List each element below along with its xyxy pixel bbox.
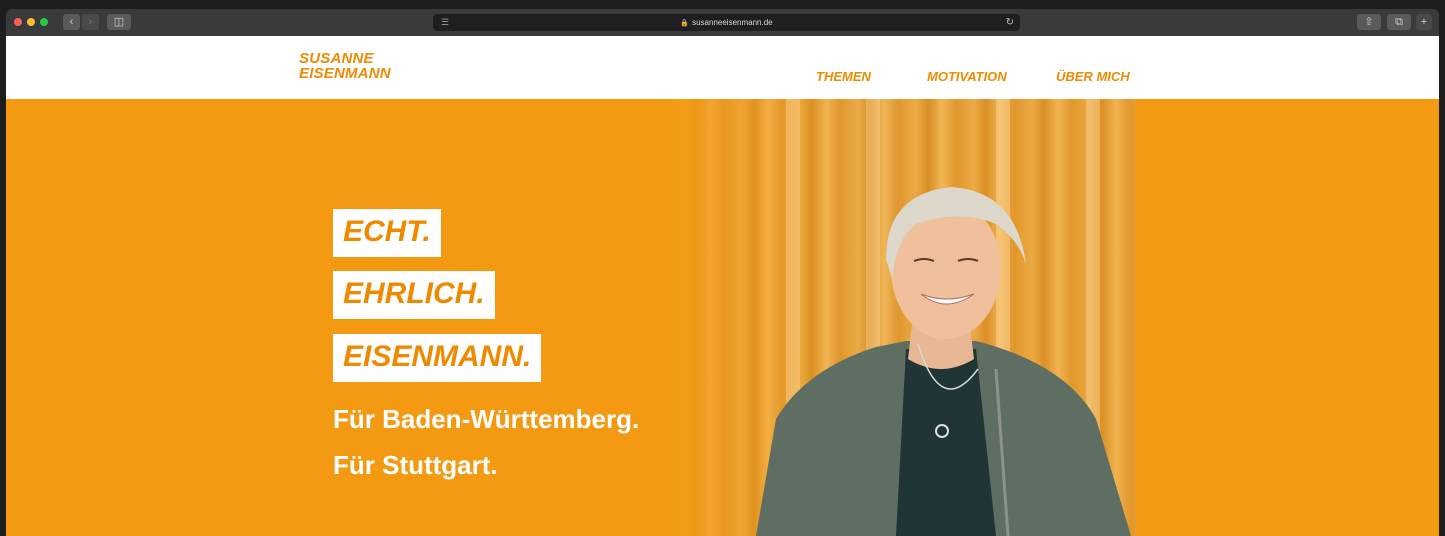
reader-view-icon[interactable]: ☰ — [441, 14, 449, 31]
minimize-window-button[interactable] — [27, 18, 35, 26]
tabs-icon: ⧉ — [1395, 16, 1403, 28]
site-logo[interactable]: SUSANNE EISENMANN — [299, 51, 391, 81]
logo-line-1: SUSANNE — [299, 50, 374, 67]
close-window-button[interactable] — [14, 18, 22, 26]
address-bar[interactable]: ☰ 🔒 susanneeisenmann.de ↻ — [433, 14, 1020, 31]
web-page: SUSANNE EISENMANN THEMEN MOTIVATION ÜBER… — [6, 36, 1439, 536]
reload-icon[interactable]: ↻ — [1006, 14, 1014, 31]
back-button[interactable]: ‹ — [63, 14, 80, 30]
window-controls — [14, 18, 48, 26]
chevron-left-icon: ‹ — [69, 16, 74, 28]
sidebar-toggle-button[interactable]: ◫ — [107, 14, 131, 30]
share-button[interactable]: ⇧ — [1357, 14, 1381, 30]
new-tab-button[interactable]: + — [1416, 14, 1432, 30]
site-header: SUSANNE EISENMANN THEMEN MOTIVATION ÜBER… — [6, 36, 1439, 99]
nav-link-themen[interactable]: THEMEN — [816, 69, 871, 84]
logo-line-2: EISENMANN — [299, 65, 391, 82]
zoom-window-button[interactable] — [40, 18, 48, 26]
slogan-tag-echt: ECHT. — [333, 209, 441, 257]
share-icon: ⇧ — [1364, 16, 1374, 28]
slogan-tag-eisenmann: EISENMANN. — [333, 334, 542, 382]
nav-link-motivation[interactable]: MOTIVATION — [927, 69, 1007, 84]
hero-line-baden-wuerttemberg: Für Baden-Württemberg. — [333, 404, 640, 434]
browser-toolbar: ‹ › ◫ ☰ 🔒 susanneeisenmann.de ↻ ⇧ ⧉ + — [6, 9, 1439, 36]
nav-link-ueber-mich[interactable]: ÜBER MICH — [1056, 69, 1130, 84]
hero-line-stuttgart: Für Stuttgart. — [333, 450, 498, 480]
forward-button[interactable]: › — [82, 14, 99, 30]
chevron-right-icon: › — [88, 16, 93, 28]
lock-icon: 🔒 — [680, 20, 690, 27]
browser-window: ‹ › ◫ ☰ 🔒 susanneeisenmann.de ↻ ⇧ ⧉ + SUS… — [0, 0, 1445, 536]
sidebar-icon: ◫ — [113, 16, 125, 28]
hero-section: ECHT. EHRLICH. EISENMANN. Für Baden-Würt… — [6, 99, 1439, 536]
tabs-overview-button[interactable]: ⧉ — [1387, 14, 1411, 30]
url-text: susanneeisenmann.de — [692, 18, 773, 27]
candidate-portrait — [756, 187, 1131, 536]
plus-icon: + — [1420, 16, 1428, 28]
slogan-tag-ehrlich: EHRLICH. — [333, 271, 495, 319]
